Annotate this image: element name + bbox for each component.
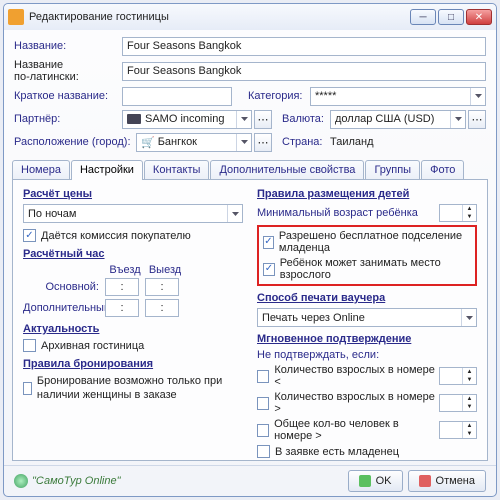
- checkbox-icon: [257, 445, 270, 458]
- name-label: Название:: [14, 40, 122, 52]
- country-value: Таиланд: [330, 136, 374, 148]
- header-form: Название: Four Seasons Bangkok Названиеп…: [4, 30, 496, 157]
- group-voucher: Способ печати ваучера: [257, 292, 477, 304]
- voucher-select[interactable]: Печать через Online: [257, 308, 477, 327]
- latin-label: Названиепо-латински:: [14, 59, 122, 83]
- location-browse-button[interactable]: ⋯: [254, 133, 272, 152]
- main-time-label: Основной:: [23, 281, 105, 293]
- calc-mode-select[interactable]: По ночам: [23, 204, 243, 223]
- cond3-checkbox[interactable]: Общее кол-во человек в номере >: [257, 418, 435, 442]
- maximize-button[interactable]: □: [438, 9, 464, 25]
- checkbox-icon: [257, 397, 269, 410]
- highlighted-rules: ✓Разрешено бесплатное подселение младенц…: [257, 225, 477, 286]
- location-label: Расположение (город):: [14, 136, 136, 148]
- checkbox-icon: [23, 382, 32, 395]
- window-title: Редактирование гостиницы: [29, 11, 408, 23]
- chevron-down-icon: [236, 134, 251, 151]
- tab-bar: Номера Настройки Контакты Дополнительные…: [4, 160, 496, 179]
- cart-icon: 🛒: [141, 136, 155, 149]
- partner-select[interactable]: SAMO incoming: [122, 110, 252, 129]
- group-instant-confirm: Мгновенное подтверждение: [257, 333, 477, 345]
- noconfirm-label: Не подтверждать, если:: [257, 349, 477, 361]
- checkbox-icon: [257, 424, 269, 437]
- left-column: Расчёт цены По ночам ✓Даётся комиссия по…: [23, 188, 243, 452]
- short-input[interactable]: [122, 87, 232, 106]
- chevron-down-icon: [227, 205, 242, 222]
- partner-browse-button[interactable]: ⋯: [254, 110, 272, 129]
- group-checkin-time: Расчётный час: [23, 248, 243, 260]
- app-icon: [8, 9, 24, 25]
- cond1-stepper[interactable]: ▲▼: [439, 367, 477, 385]
- main-out-input[interactable]: [145, 278, 179, 296]
- child-adult-checkbox[interactable]: ✓Ребёнок может занимать место взрослого: [263, 257, 471, 281]
- group-child-rules: Правила размещения детей: [257, 188, 477, 200]
- chevron-down-icon: [470, 88, 485, 105]
- tab-photo[interactable]: Фото: [421, 160, 464, 179]
- checkin-header: Въезд: [105, 264, 145, 276]
- partner-label: Партнёр:: [14, 113, 122, 125]
- globe-icon: [14, 474, 28, 488]
- hotel-edit-window: Редактирование гостиницы ─ □ ✕ Название:…: [3, 3, 497, 497]
- main-in-input[interactable]: [105, 278, 139, 296]
- checkbox-icon: ✓: [263, 236, 274, 249]
- chevron-down-icon: [450, 111, 465, 128]
- archive-checkbox[interactable]: Архивная гостиница: [23, 339, 243, 352]
- cond3-stepper[interactable]: ▲▼: [439, 421, 477, 439]
- group-relevance: Актуальность: [23, 323, 243, 335]
- cancel-button[interactable]: Отмена: [408, 470, 486, 492]
- chevron-down-icon: [236, 111, 251, 128]
- stop-icon: [419, 475, 431, 487]
- bus-icon: [127, 114, 141, 124]
- commission-checkbox[interactable]: ✓Даётся комиссия покупателю: [23, 229, 243, 242]
- tab-contacts[interactable]: Контакты: [144, 160, 210, 179]
- checkbox-icon: ✓: [263, 263, 275, 276]
- group-price-calc: Расчёт цены: [23, 188, 243, 200]
- down-icon: ▼: [463, 213, 476, 221]
- tab-groups[interactable]: Группы: [365, 160, 420, 179]
- extra-time-label: Дополнительный:: [23, 302, 105, 314]
- close-button[interactable]: ✕: [466, 9, 492, 25]
- checkbox-icon: [23, 339, 36, 352]
- checkout-header: Выезд: [145, 264, 185, 276]
- extra-in-input[interactable]: [105, 299, 139, 317]
- checkbox-icon: [257, 370, 269, 383]
- short-label: Краткое название:: [14, 90, 122, 102]
- minage-label: Минимальный возраст ребёнка: [257, 207, 435, 219]
- currency-browse-button[interactable]: ⋯: [468, 110, 486, 129]
- tab-panel-settings: Расчёт цены По ночам ✓Даётся комиссия по…: [12, 179, 488, 461]
- women-rule-checkbox[interactable]: Бронирование возможно только при наличии…: [23, 374, 243, 403]
- minimize-button[interactable]: ─: [410, 9, 436, 25]
- up-icon: ▲: [463, 205, 476, 213]
- group-booking-rules: Правила бронирования: [23, 358, 243, 370]
- footer: "СамоТур Online" OK Отмена: [4, 465, 496, 496]
- chevron-down-icon: [461, 309, 476, 326]
- cond1-checkbox[interactable]: Количество взрослых в номере <: [257, 364, 435, 388]
- tab-settings[interactable]: Настройки: [71, 160, 143, 180]
- tab-props[interactable]: Дополнительные свойства: [210, 160, 364, 179]
- tab-rooms[interactable]: Номера: [12, 160, 70, 179]
- infant-free-checkbox[interactable]: ✓Разрешено бесплатное подселение младенц…: [263, 230, 471, 254]
- ok-button[interactable]: OK: [348, 470, 403, 492]
- titlebar[interactable]: Редактирование гостиницы ─ □ ✕: [4, 4, 496, 30]
- checkbox-icon: ✓: [23, 229, 36, 242]
- currency-select[interactable]: доллар США (USD): [330, 110, 466, 129]
- latin-input[interactable]: Four Seasons Bangkok: [122, 62, 486, 81]
- category-label: Категория:: [248, 90, 310, 102]
- location-select[interactable]: 🛒Бангкок: [136, 133, 252, 152]
- currency-label: Валюта:: [282, 113, 330, 125]
- country-label: Страна:: [282, 136, 330, 148]
- right-column: Правила размещения детей Минимальный воз…: [257, 188, 477, 452]
- cond2-checkbox[interactable]: Количество взрослых в номере >: [257, 391, 435, 415]
- cond4-checkbox[interactable]: В заявке есть младенец: [257, 445, 477, 458]
- category-select[interactable]: *****: [310, 87, 486, 106]
- cond2-stepper[interactable]: ▲▼: [439, 394, 477, 412]
- extra-out-input[interactable]: [145, 299, 179, 317]
- name-input[interactable]: Four Seasons Bangkok: [122, 37, 486, 56]
- brand-logo[interactable]: "СамоТур Online": [14, 474, 120, 488]
- check-icon: [359, 475, 371, 487]
- minage-stepper[interactable]: ▲▼: [439, 204, 477, 222]
